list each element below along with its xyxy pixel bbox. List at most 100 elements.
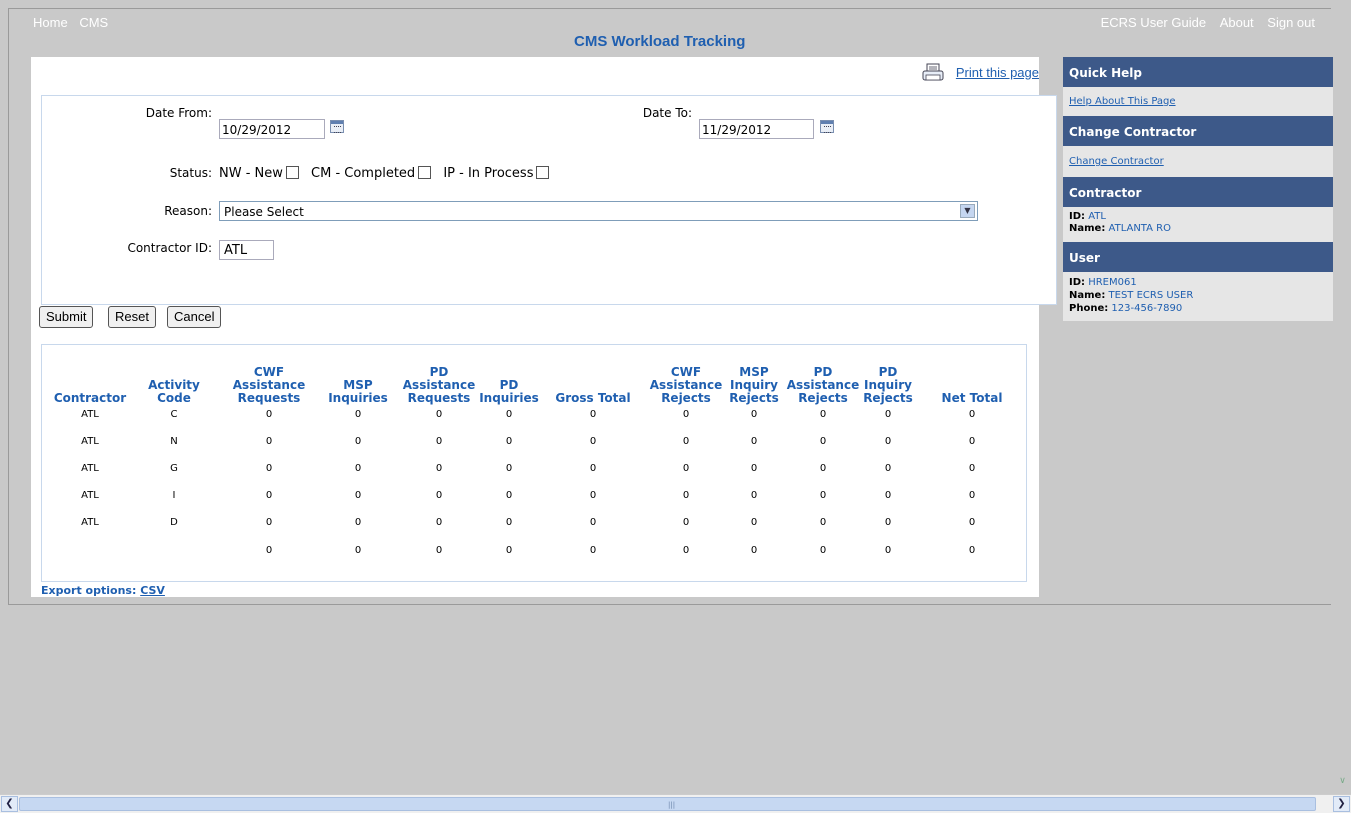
status-options: NW - New CM - Completed IP - In Process <box>219 166 557 181</box>
top-nav-right: ECRS User Guide About Sign out <box>1091 15 1315 30</box>
chevron-down-icon[interactable]: ▼ <box>960 204 975 218</box>
workload-table: Contractor Activity Code CWF Assistance Reque… <box>41 344 1027 582</box>
table-cell: 0 <box>354 545 362 556</box>
scroll-left-icon[interactable]: ❮ <box>1 796 18 812</box>
user-phone-value: 123-456-7890 <box>1111 303 1183 314</box>
submit-button[interactable]: Submit <box>39 306 94 328</box>
table-cell: 0 <box>505 490 513 501</box>
table-cell: 0 <box>819 545 827 556</box>
nav-cms-link[interactable]: CMS <box>79 15 108 30</box>
quick-help-body: Help About This Page <box>1063 87 1333 116</box>
table-cell: 0 <box>589 436 597 447</box>
table-cell: 0 <box>682 517 690 528</box>
date-from-input[interactable]: 10/29/2012 <box>219 119 325 139</box>
reset-button[interactable]: Reset <box>108 306 156 328</box>
printer-icon[interactable] <box>921 63 947 83</box>
table-cell: 0 <box>819 463 827 474</box>
table-cell: 0 <box>968 490 976 501</box>
cancel-button[interactable]: Cancel <box>167 306 222 328</box>
nav-about-link[interactable]: About <box>1220 15 1254 30</box>
table-cell: G <box>170 463 178 474</box>
table-cell: 0 <box>968 545 976 556</box>
table-cell: 0 <box>505 409 513 420</box>
scroll-down-icon[interactable]: ∨ <box>1334 776 1351 792</box>
column-header: Contractor <box>45 392 135 405</box>
table-cell: 0 <box>505 545 513 556</box>
user-name-value: TEST ECRS USER <box>1108 290 1194 301</box>
reason-select[interactable]: Please Select ▼ <box>219 201 978 221</box>
user-info: ID: HREM061 Name: TEST ECRS USER Phone: … <box>1063 272 1333 321</box>
table-cell: 0 <box>682 409 690 420</box>
table-cell: 0 <box>682 490 690 501</box>
table-cell: 0 <box>968 409 976 420</box>
contractor-id-input[interactable]: ATL <box>219 240 274 260</box>
help-about-page-link[interactable]: Help About This Page <box>1069 96 1176 107</box>
column-header: PD Inquiry Rejects <box>843 366 933 405</box>
date-from-calendar-icon[interactable] <box>330 120 344 133</box>
column-header-line: Inquiries <box>479 391 539 405</box>
nav-sign-out-link[interactable]: Sign out <box>1267 15 1315 30</box>
quick-help-header: Quick Help <box>1063 57 1333 87</box>
column-header-line: Inquiries <box>328 391 388 405</box>
table-cell: 0 <box>750 436 758 447</box>
table-cell: 0 <box>265 545 273 556</box>
table-cell: 0 <box>265 436 273 447</box>
scroll-right-icon[interactable]: ❯ <box>1333 796 1350 812</box>
user-id-value: HREM061 <box>1088 277 1137 288</box>
column-header-line: Requests <box>237 391 301 405</box>
export-csv-link[interactable]: CSV <box>140 584 165 597</box>
table-cell: 0 <box>968 436 976 447</box>
search-form: Date From: 10/29/2012 Date To: 11/29/201… <box>41 95 1057 305</box>
main-panel: Print this page Date From: 10/29/2012 Da… <box>31 57 1057 597</box>
user-name-key: Name: <box>1069 290 1106 301</box>
table-cell: 0 <box>682 436 690 447</box>
change-contractor-link[interactable]: Change Contractor <box>1069 156 1164 167</box>
table-cell: 0 <box>682 545 690 556</box>
table-cell: ATL <box>81 490 99 501</box>
status-new-label: NW - New <box>219 166 283 181</box>
horizontal-scrollbar[interactable]: ❮ ||| ❯ <box>0 794 1351 813</box>
table-cell: ATL <box>81 463 99 474</box>
change-contractor-header: Change Contractor <box>1063 116 1333 146</box>
table-cell: 0 <box>354 490 362 501</box>
column-header-line: Net Total <box>941 391 1003 405</box>
table-cell: 0 <box>750 545 758 556</box>
date-to-calendar-icon[interactable] <box>820 120 834 133</box>
table-cell: ATL <box>81 436 99 447</box>
table-cell: D <box>170 517 178 528</box>
contractor-id-key: ID: <box>1069 211 1086 222</box>
table-cell: 0 <box>589 463 597 474</box>
table-cell: 0 <box>884 490 892 501</box>
status-label: Status: <box>169 166 212 180</box>
table-cell: 0 <box>750 409 758 420</box>
status-completed-checkbox[interactable] <box>418 166 432 179</box>
status-completed-label: CM - Completed <box>311 166 416 181</box>
contractor-name-key: Name: <box>1069 223 1106 234</box>
table-cell: 0 <box>435 436 443 447</box>
nav-home-link[interactable]: Home <box>33 15 68 30</box>
nav-user-guide-link[interactable]: ECRS User Guide <box>1101 15 1206 30</box>
contractor-header: Contractor <box>1063 177 1333 207</box>
table-cell: 0 <box>435 463 443 474</box>
date-to-input[interactable]: 11/29/2012 <box>699 119 814 139</box>
table-cell: 0 <box>819 409 827 420</box>
table-cell: 0 <box>819 436 827 447</box>
print-page-link[interactable]: Print this page <box>956 65 1039 80</box>
status-new-checkbox[interactable] <box>285 166 299 179</box>
table-cell: 0 <box>435 409 443 420</box>
column-header: CWF Assistance Requests <box>224 366 314 405</box>
user-header: User <box>1063 242 1333 272</box>
table-cell: 0 <box>750 463 758 474</box>
contractor-name-value: ATLANTA RO <box>1108 223 1171 234</box>
status-in-process-checkbox[interactable] <box>536 166 550 179</box>
export-options: Export options: CSV <box>41 584 165 597</box>
table-cell: 0 <box>354 517 362 528</box>
contractor-id-value: ATL <box>1088 211 1106 222</box>
top-nav-left: Home CMS <box>33 15 116 30</box>
table-cell: 0 <box>505 517 513 528</box>
table-cell: 0 <box>589 545 597 556</box>
table-cell: ATL <box>81 517 99 528</box>
column-header-line: Gross Total <box>555 391 631 405</box>
sidebar: Quick Help Help About This Page Change C… <box>1063 57 1333 321</box>
column-header: MSP Inquiries <box>313 379 403 405</box>
